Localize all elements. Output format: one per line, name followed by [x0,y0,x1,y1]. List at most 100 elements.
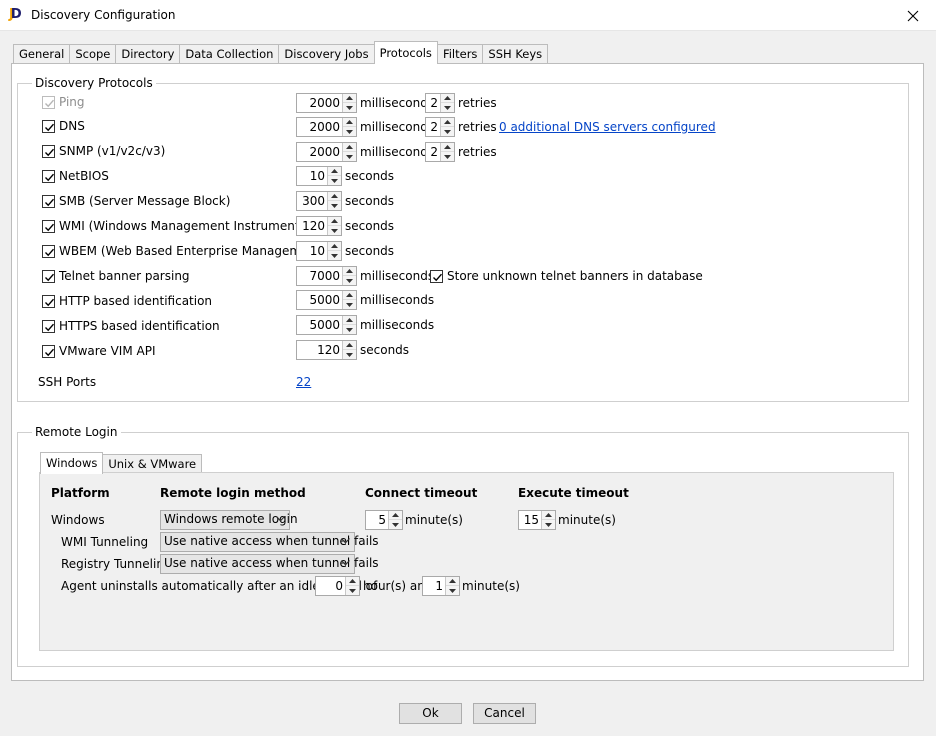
remote-login-tabbar: Windows Unix & VMware [40,452,203,474]
execute-timeout-spinner[interactable]: 15 [518,510,556,530]
spin-down-icon[interactable] [328,176,341,185]
connect-timeout-unit: minute(s) [405,513,463,527]
http-label: HTTP based identification [59,294,213,308]
ok-button[interactable]: Ok [399,703,462,724]
window-title: Discovery Configuration [31,8,176,22]
http-timeout-unit: milliseconds [360,293,435,307]
remote-login-legend: Remote Login [35,425,118,439]
spin-down-icon[interactable] [441,103,454,112]
spin-up-icon[interactable] [343,316,356,325]
tab-protocols[interactable]: Protocols [373,41,438,64]
spin-up-icon[interactable] [328,192,341,201]
netbios-timeout-spinner[interactable]: 10 [296,166,342,186]
spin-up-icon[interactable] [343,143,356,152]
chevron-down-icon [341,538,350,544]
wbem-timeout-unit: seconds [345,244,395,258]
ping-timeout-spinner[interactable]: 2000 [296,93,357,113]
dns-servers-link[interactable]: 0 additional DNS servers configured [499,120,716,134]
wmi-timeout-spinner[interactable]: 120 [296,216,342,236]
ping-retries-unit: retries [458,96,497,110]
spin-down-icon[interactable] [343,276,356,285]
spin-up-icon[interactable] [343,267,356,276]
spin-up-icon[interactable] [328,242,341,251]
agent-minutes-spinner[interactable]: 1 [422,576,460,596]
snmp-label: SNMP (v1/v2c/v3) [59,144,166,158]
tab-directory[interactable]: Directory [115,44,181,64]
spin-up-icon[interactable] [343,94,356,103]
spin-down-icon[interactable] [328,226,341,235]
wbem-timeout-spinner[interactable]: 10 [296,241,342,261]
spin-down-icon[interactable] [328,251,341,260]
agent-hours-spinner[interactable]: 0 [315,576,360,596]
ping-timeout-unit: milliseconds [360,96,435,110]
spin-up-icon[interactable] [441,94,454,103]
wbem-label: WBEM (Web Based Enterprise Management) [59,244,326,258]
tab-discovery-jobs[interactable]: Discovery Jobs [278,44,375,64]
ping-label: Ping [59,95,85,109]
tab-general[interactable]: General [13,44,71,64]
spin-up-icon[interactable] [346,577,359,586]
check-icon [45,248,55,257]
http-timeout-spinner[interactable]: 5000 [296,290,357,310]
dns-label: DNS [59,119,85,133]
spin-up-icon[interactable] [389,511,402,520]
spin-up-icon[interactable] [328,167,341,176]
spin-down-icon[interactable] [389,520,402,529]
connect-timeout-header: Connect timeout [365,486,478,500]
dns-retries-spinner[interactable]: 2 [425,117,455,137]
registry-tunneling-label: Registry Tunneling [61,557,172,571]
spin-down-icon[interactable] [343,127,356,136]
spin-down-icon[interactable] [328,201,341,210]
spin-up-icon[interactable] [343,341,356,350]
spin-down-icon[interactable] [441,152,454,161]
registry-tunneling-select[interactable]: Use native access when tunnel fails [160,554,379,574]
spin-up-icon[interactable] [446,577,459,586]
spin-down-icon[interactable] [343,325,356,334]
smb-timeout-spinner[interactable]: 300 [296,191,342,211]
tab-filters[interactable]: Filters [436,44,484,64]
check-icon [45,348,55,357]
smb-label: SMB (Server Message Block) [59,194,231,208]
dns-timeout-spinner[interactable]: 2000 [296,117,357,137]
check-icon [45,148,55,157]
spin-up-icon[interactable] [343,118,356,127]
snmp-timeout-spinner[interactable]: 2000 [296,142,357,162]
windows-login-method-select[interactable]: Windows remote login [160,510,298,530]
dns-retries-unit: retries [458,120,497,134]
spin-up-icon[interactable] [441,118,454,127]
app-logo-icon: JD [9,7,22,22]
spin-down-icon[interactable] [441,127,454,136]
ssh-ports-label: SSH Ports [38,375,97,389]
tab-unix-vmware[interactable]: Unix & VMware [102,454,203,473]
wmi-tunneling-select[interactable]: Use native access when tunnel fails [160,532,379,552]
cancel-button[interactable]: Cancel [473,703,536,724]
ping-retries-spinner[interactable]: 2 [425,93,455,113]
tab-data-collection[interactable]: Data Collection [179,44,280,64]
spin-down-icon[interactable] [346,586,359,595]
tab-ssh-keys[interactable]: SSH Keys [482,44,549,64]
telnet-timeout-spinner[interactable]: 7000 [296,266,357,286]
spin-up-icon[interactable] [328,217,341,226]
close-button[interactable] [890,0,936,31]
dns-timeout-unit: milliseconds [360,120,435,134]
spin-up-icon[interactable] [343,291,356,300]
spin-down-icon[interactable] [343,350,356,359]
spin-up-icon[interactable] [441,143,454,152]
spin-down-icon[interactable] [343,300,356,309]
snmp-retries-spinner[interactable]: 2 [425,142,455,162]
vmware-timeout-spinner[interactable]: 120 [296,340,357,360]
spin-down-icon[interactable] [542,520,555,529]
check-icon [45,223,55,232]
check-icon [45,323,55,332]
spin-up-icon[interactable] [542,511,555,520]
spin-down-icon[interactable] [446,586,459,595]
https-timeout-spinner[interactable]: 5000 [296,315,357,335]
spin-down-icon[interactable] [343,152,356,161]
tab-windows[interactable]: Windows [40,452,104,474]
spin-down-icon[interactable] [343,103,356,112]
ssh-ports-link[interactable]: 22 [296,375,311,389]
connect-timeout-spinner[interactable]: 5 [365,510,403,530]
execute-timeout-unit: minute(s) [558,513,616,527]
netbios-timeout-unit: seconds [345,169,395,183]
tab-scope[interactable]: Scope [69,44,117,64]
